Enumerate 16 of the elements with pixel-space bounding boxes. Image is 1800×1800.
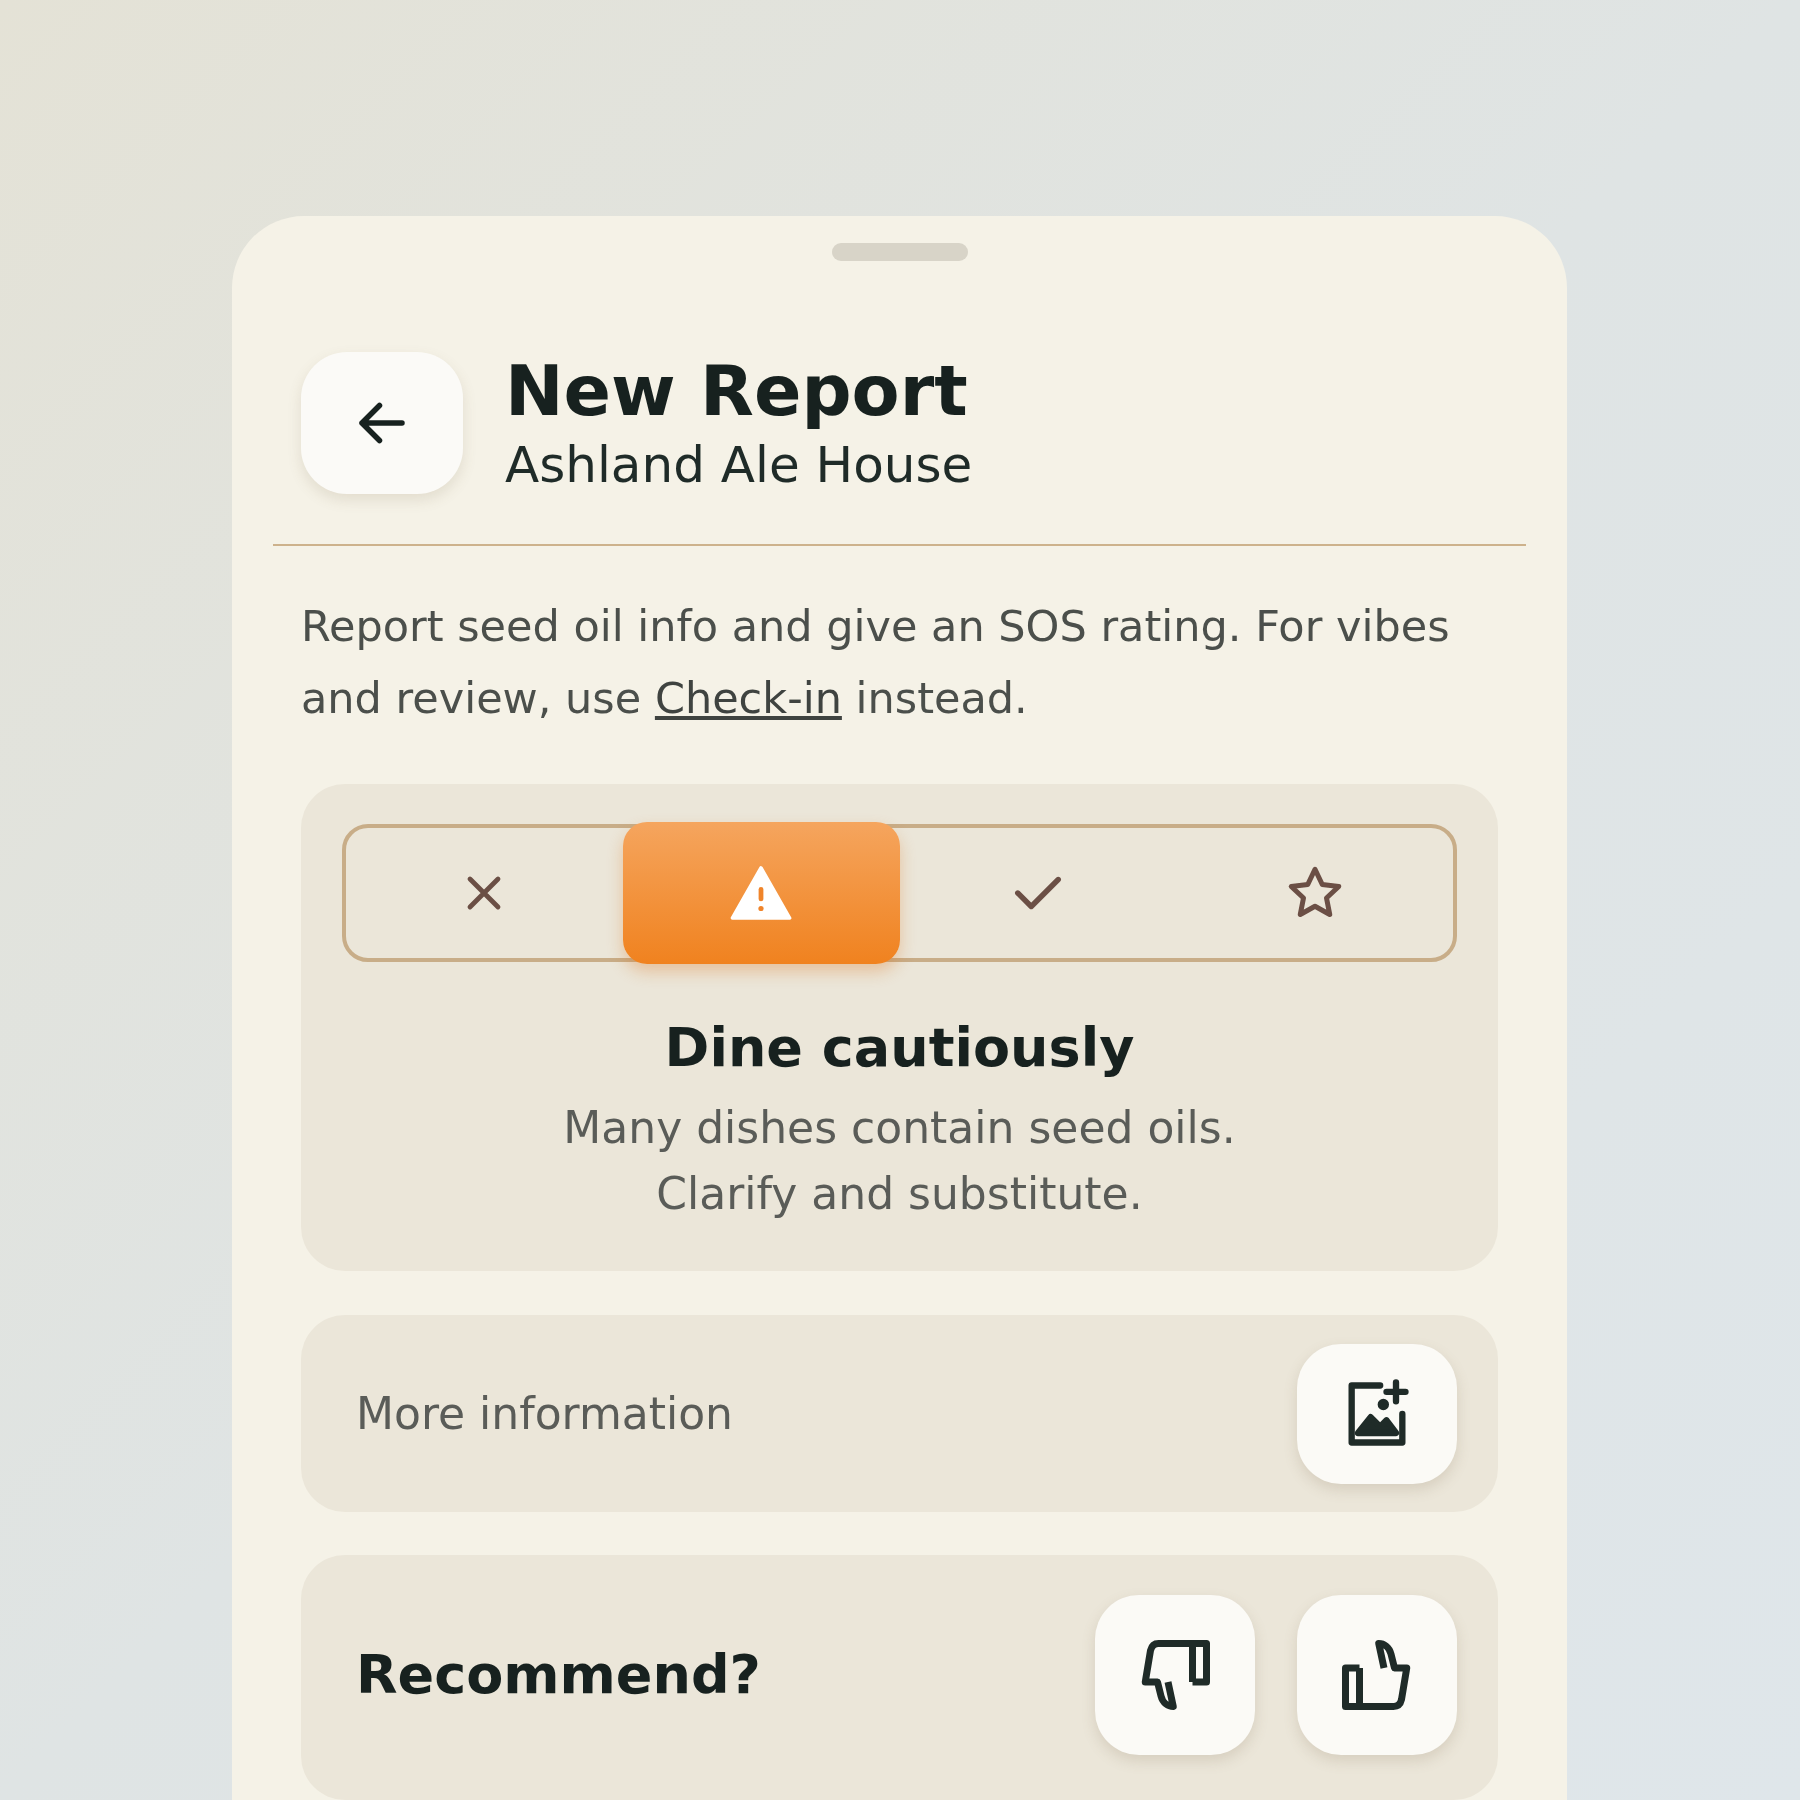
back-button[interactable] [301, 352, 463, 495]
rating-title: Dine cautiously [664, 1016, 1135, 1080]
drag-handle[interactable] [831, 243, 968, 261]
rating-description: Many dishes contain seed oils. [563, 1101, 1236, 1156]
intro-text: Report seed oil info and give an SOS rating. For vibes and review, use Check-in instead. [301, 600, 1451, 726]
rating-option[interactable] [622, 822, 900, 965]
rating-description: Clarify and substitute. [655, 1167, 1144, 1222]
page-title: New Report [505, 348, 969, 433]
check-in-link[interactable]: Check-in [654, 673, 842, 724]
restaurant-name: Ashland Ale House [505, 434, 973, 496]
thumbs-down-button[interactable] [1095, 1595, 1255, 1756]
thumbs-up-button[interactable] [1297, 1595, 1457, 1756]
more-info-label: More information [356, 1388, 733, 1440]
warning-icon [730, 865, 793, 922]
recommend-label: Recommend? [356, 1643, 761, 1707]
add-photo-button[interactable] [1297, 1343, 1457, 1484]
